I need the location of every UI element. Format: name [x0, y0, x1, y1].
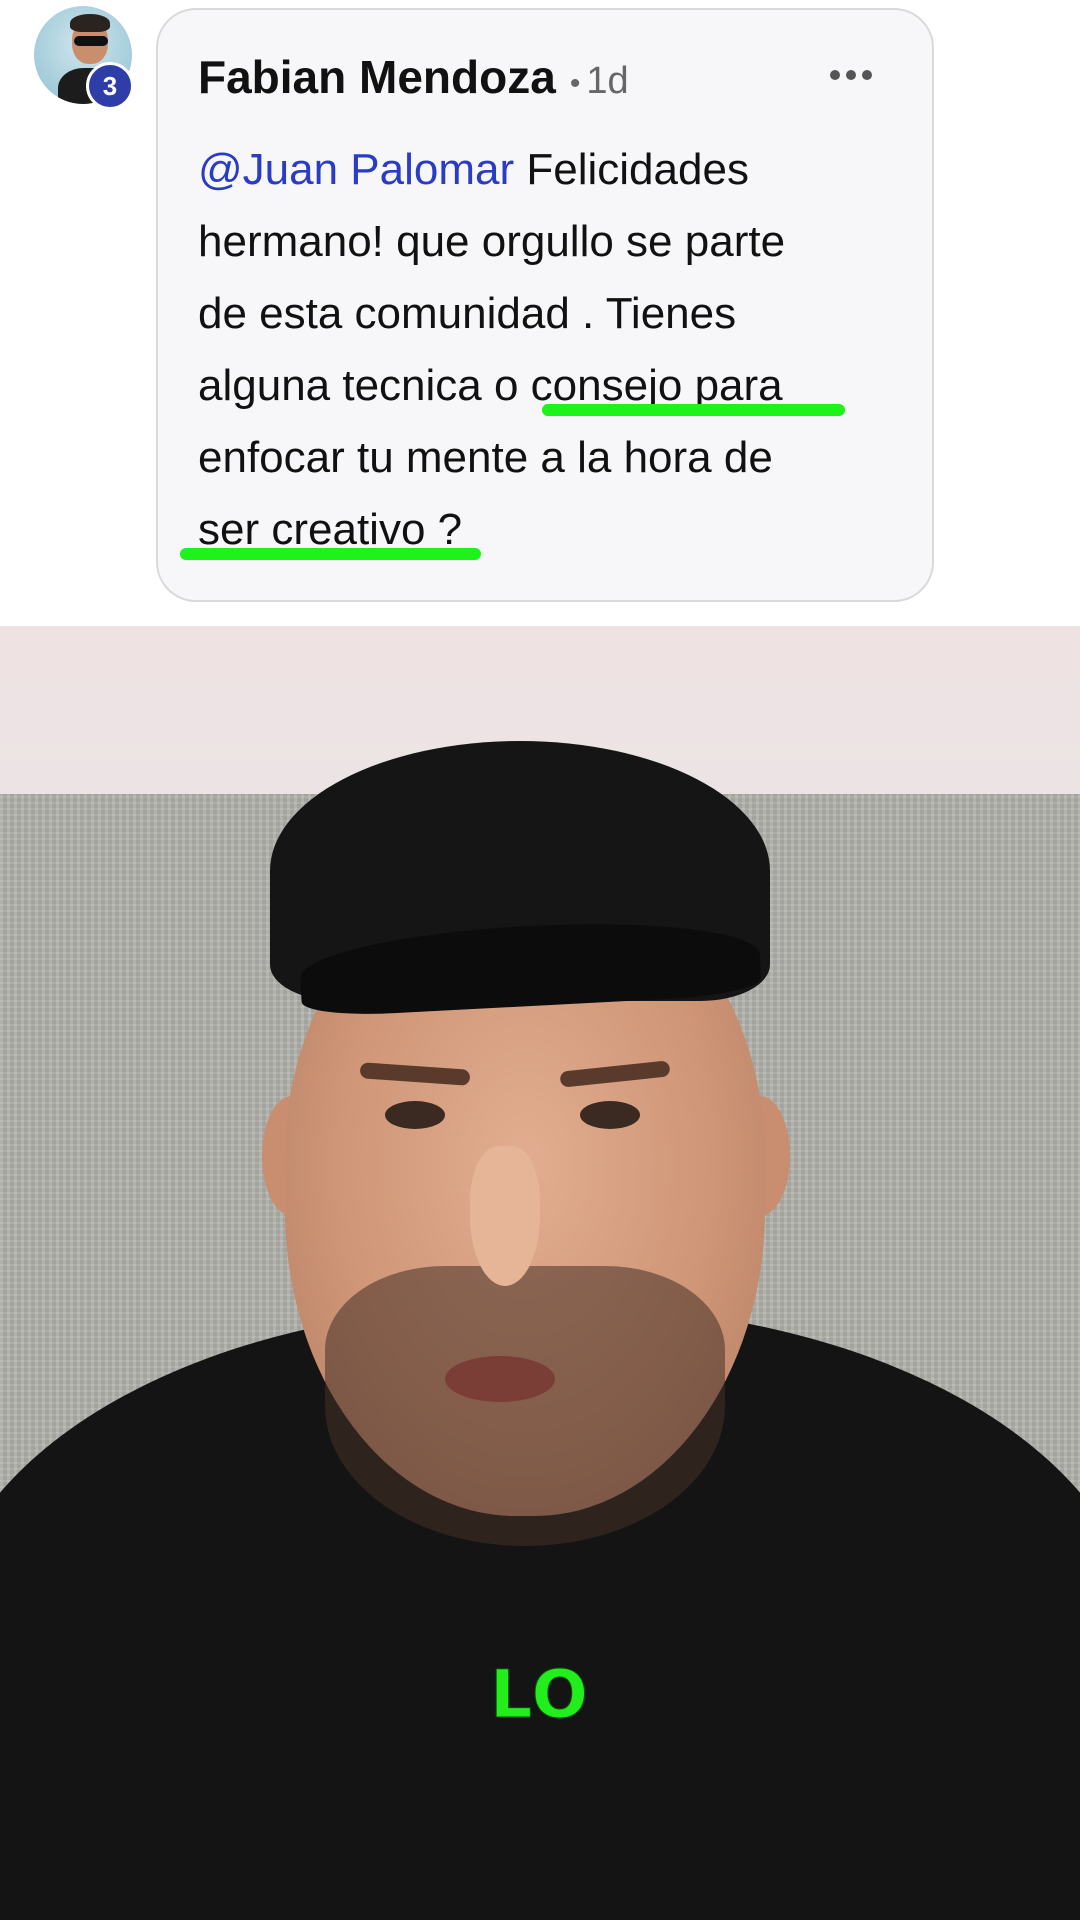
- mention-link[interactable]: @Juan Palomar: [198, 145, 514, 194]
- highlight-underline: [180, 548, 481, 560]
- comment-line-text: Felicidades: [514, 145, 749, 194]
- comment-text: @Juan Palomar Felicidades hermano! que o…: [198, 134, 898, 566]
- more-options-icon[interactable]: [830, 70, 872, 80]
- comment-header: Fabian Mendoza • 1d: [198, 50, 629, 104]
- comment-line: hermano! que orgullo se parte: [198, 217, 786, 266]
- eye-left: [385, 1101, 445, 1129]
- beard: [325, 1266, 725, 1546]
- comment-line: de esta comunidad . Tienes: [198, 289, 737, 338]
- comment-time[interactable]: 1d: [586, 60, 628, 103]
- comment-line: enfocar tu mente a la hora de: [198, 433, 773, 482]
- meta-separator: •: [569, 67, 581, 100]
- avatar-hair: [70, 14, 110, 32]
- eye-right: [580, 1101, 640, 1129]
- video-caption: LO: [490, 1656, 590, 1734]
- video-frame[interactable]: LO: [0, 626, 1080, 1920]
- nose: [470, 1146, 540, 1286]
- author-name[interactable]: Fabian Mendoza: [198, 50, 556, 104]
- comment-line: @Juan Palomar Felicidades: [198, 134, 898, 206]
- avatar-sunglasses: [74, 36, 108, 46]
- highlight-underline: [542, 404, 845, 416]
- comment-card: Fabian Mendoza • 1d @Juan Palomar Felici…: [156, 8, 934, 602]
- mouth: [445, 1356, 555, 1402]
- level-badge: 3: [86, 62, 134, 110]
